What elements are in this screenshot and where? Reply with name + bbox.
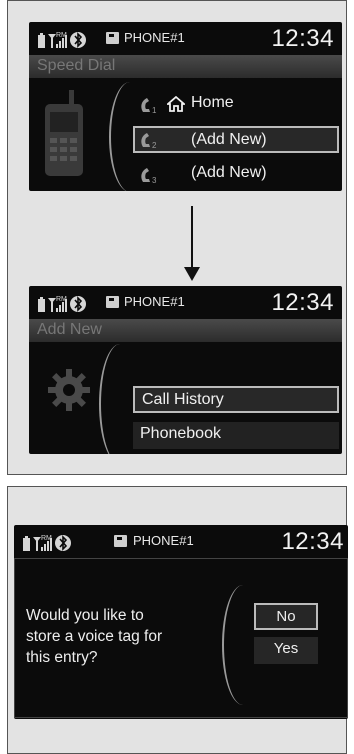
prompt-line-3: this entry? [26,649,98,666]
add-new-screen: RM PHONE#1 12:34 Add New Call History Ph… [29,286,342,454]
speed-dial-item-1[interactable]: 1 Home [133,91,339,118]
speed-dial-item-3[interactable]: 3 (Add New) [133,161,339,188]
voice-tag-prompt: Would you like to store a voice tag for … [26,605,226,668]
speed-dial-screen: RM PHONE#1 12:34 Speed Dial 1 Home 2 (Ad… [29,22,342,191]
bluetooth-icon [55,535,71,551]
bottom-instruction-panel: RM PHONE#1 12:34 Would you like to store… [7,486,348,754]
dial-handset-icon: 3 [141,168,157,184]
status-bar: RM PHONE#1 12:34 [29,22,342,55]
phone-icon [106,296,119,308]
roaming-label: RM [56,32,67,39]
screen-title-bar: Add New [29,319,342,342]
bluetooth-icon [70,32,86,48]
gear-icon [48,369,90,411]
battery-icon [38,297,45,312]
svg-text:2: 2 [152,141,157,149]
item-label: Call History [142,391,224,408]
down-arrow-icon [184,267,200,281]
no-button[interactable]: No [254,603,318,630]
clock: 12:34 [281,528,344,555]
mobile-phone-icon [45,90,83,176]
top-instruction-panel: RM PHONE#1 12:34 Speed Dial 1 Home 2 (Ad… [7,0,347,475]
item-label: (Add New) [191,131,267,148]
bluetooth-icon [70,296,86,312]
screen-title-bar: Speed Dial [29,55,342,78]
roaming-label: RM [56,296,67,303]
clock: 12:34 [271,289,334,316]
speed-dial-item-2[interactable]: 2 (Add New) [133,126,339,153]
battery-icon [38,33,45,48]
screen-title: Speed Dial [37,57,116,74]
phone-name: PHONE#1 [124,294,185,309]
home-icon [167,96,185,112]
clock: 12:34 [271,25,334,52]
svg-text:3: 3 [152,176,157,184]
dial-handset-icon: 2 [141,133,157,149]
item-label: Phonebook [140,425,221,442]
menu-item-call-history[interactable]: Call History [133,386,339,413]
svg-text:1: 1 [152,106,157,114]
item-label: (Add New) [191,164,267,181]
phone-name: PHONE#1 [124,30,185,45]
yes-button[interactable]: Yes [254,637,318,664]
status-icons: RM [23,535,71,551]
phone-icon [114,535,127,547]
status-icons: RM [38,32,86,48]
status-bar: RM PHONE#1 12:34 [14,525,348,558]
roaming-label: RM [41,535,52,542]
phone-icon [106,32,119,44]
battery-icon [23,536,30,551]
status-bar: RM PHONE#1 12:34 [29,286,342,319]
screen-title: Add New [37,321,102,338]
yes-button-label: Yes [273,640,299,657]
dial-handset-icon: 1 [141,98,157,114]
prompt-line-2: store a voice tag for [26,628,163,645]
flow-arrow-line [191,206,193,271]
phone-name: PHONE#1 [133,533,194,548]
status-icons: RM [38,296,86,312]
item-label: Home [191,94,234,111]
prompt-line-1: Would you like to [26,607,144,624]
voice-tag-screen: RM PHONE#1 12:34 Would you like to store… [14,525,348,719]
menu-item-phonebook[interactable]: Phonebook [133,422,339,449]
no-button-label: No [276,608,296,625]
